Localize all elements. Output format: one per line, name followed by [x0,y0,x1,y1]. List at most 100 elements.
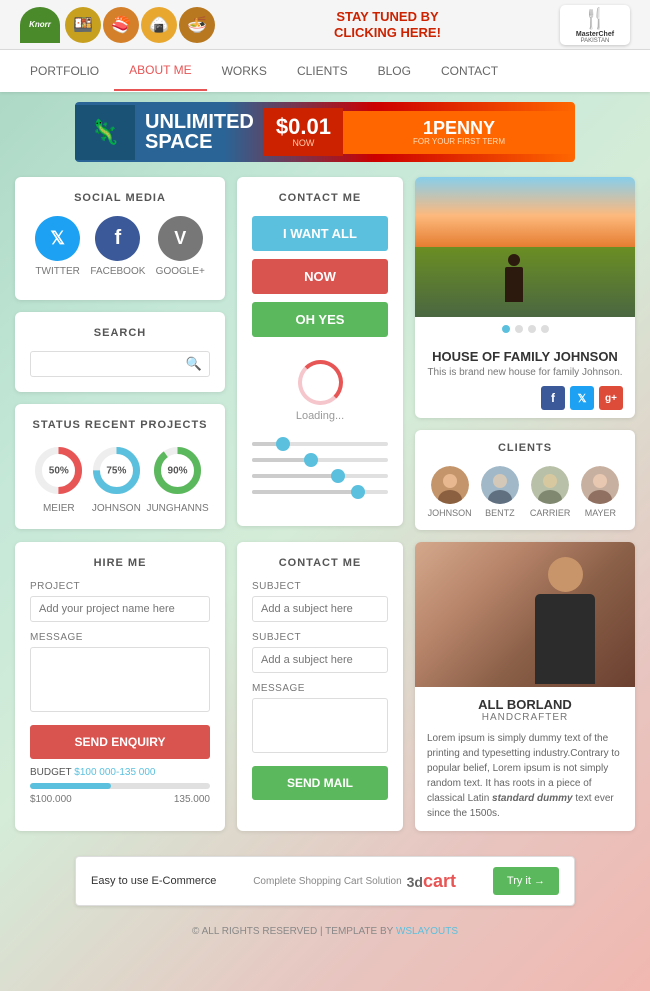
loading-text: Loading... [296,410,344,422]
message-textarea[interactable] [30,647,210,712]
photo-desc: This is brand new house for family Johns… [427,367,623,378]
message2-textarea[interactable] [252,698,388,753]
subject2-label: SUBJECT [252,632,388,643]
chart-johnson: 75% JOHNSON [89,443,144,514]
search-title: SEARCH [30,327,210,339]
photo-dot-3[interactable] [528,325,536,333]
slider-row-4 [252,490,388,494]
photo-dot-4[interactable] [541,325,549,333]
footer-center-sub: Complete Shopping Cart Solution [253,876,401,887]
hg-gator-icon: 🦎 [75,105,135,160]
oh-yes-button[interactable]: OH YES [252,302,388,337]
budget-min: $100.000 [30,794,72,805]
loading-container: Loading... [252,345,388,437]
slider-row-1 [252,442,388,446]
food-item-3: 🍙 [141,7,177,43]
person-head [548,557,583,592]
photo-area [415,177,635,317]
photo-dot-1[interactable] [502,325,510,333]
main-content: SOCIAL MEDIA 𝕏 TWITTER f FACEBOOK [0,172,650,962]
search-card: SEARCH 🔍 [15,312,225,392]
status-charts: 50% MEIER 75% JOHNSON [30,443,210,514]
slider-track-4[interactable] [252,490,388,494]
chart-junghanns-name: JUNGHANNS [146,503,208,514]
contact-bottom-card: CONTACT ME SUBJECT SUBJECT MESSAGE SEND … [237,542,403,831]
slider-track-1[interactable] [252,442,388,446]
try-it-button[interactable]: Try it → [493,867,559,895]
hg-text-block: UNLIMITED SPACE [135,112,264,152]
i-want-all-button[interactable]: I WANT ALL [252,216,388,251]
subject2-input[interactable] [252,647,388,673]
nav-blog[interactable]: BLOG [363,52,426,90]
budget-range [30,783,210,789]
twitter-icon-item[interactable]: 𝕏 TWITTER [35,216,80,277]
loading-spinner [298,360,343,405]
food-items: 🍱 🍣 🍙 🍜 [65,7,215,43]
stay-tuned-text: STAY TUNED BY CLICKING HERE! [334,9,441,40]
client-johnson: JOHNSON [427,466,472,518]
search-input[interactable] [30,351,210,377]
client-name-johnson: JOHNSON [428,508,472,518]
subject-input[interactable] [252,596,388,622]
facebook-label: FACEBOOK [90,266,145,277]
range-track[interactable] [30,783,210,789]
food-item-4: 🍜 [179,7,215,43]
social-media-title: SOCIAL MEDIA [30,192,210,204]
person-figure [525,557,605,687]
now-button[interactable]: NOW [252,259,388,294]
message2-label: MESSAGE [252,683,388,694]
chart-meier: 50% MEIER [31,443,86,514]
slider-fill-1 [252,442,279,446]
left-column: SOCIAL MEDIA 𝕏 TWITTER f FACEBOOK [15,177,225,530]
photo-fb-btn[interactable]: f [541,386,565,410]
slider-thumb-3 [331,469,345,483]
project-input[interactable] [30,596,210,622]
facebook-icon-item[interactable]: f FACEBOOK [90,216,145,277]
photo-dots [415,317,635,341]
client-bentz: BENTZ [477,466,522,518]
three-col-grid: SOCIAL MEDIA 𝕏 TWITTER f FACEBOOK [15,177,635,530]
person-card: ALL BORLAND HANDCRAFTER Lorem ipsum is s… [415,542,635,831]
nav-contact[interactable]: CONTACT [426,52,513,90]
nav-clients[interactable]: CLIENTS [282,52,363,90]
budget-max: 135.000 [174,794,210,805]
top-banner-center[interactable]: STAY TUNED BY CLICKING HERE! [334,9,441,40]
nav-works[interactable]: WORKS [207,52,282,90]
hostgator-banner[interactable]: 🦎 UNLIMITED SPACE $0.01 NOW 1PENNY FOR Y… [75,102,575,162]
hire-me-card: HIRE ME PROJECT MESSAGE SEND ENQUIRY BUD… [15,542,225,831]
clients-card: CLIENTS JOHNSON [415,430,635,530]
slider-track-3[interactable] [252,474,388,478]
slider-track-2[interactable] [252,458,388,462]
send-mail-button[interactable]: SEND MAIL [252,766,388,800]
send-enquiry-button[interactable]: SEND ENQUIRY [30,725,210,759]
top-banner-left: Knorr 🍱 🍣 🍙 🍜 [20,7,215,43]
person-body [535,594,595,684]
client-name-mayer: MAYER [585,508,616,518]
budget-amount: $100 000-135 000 [74,767,155,778]
photo-dot-2[interactable] [515,325,523,333]
bottom-row: HIRE ME PROJECT MESSAGE SEND ENQUIRY BUD… [15,542,635,831]
contact-me-title: CONTACT ME [252,192,388,204]
google-circle: V [158,216,203,261]
photo-tw-btn[interactable]: 𝕏 [570,386,594,410]
photo-silhouette [505,254,523,302]
range-labels: $100.000 135.000 [30,794,210,805]
clients-grid: JOHNSON BENTZ [427,466,623,518]
nav-portfolio[interactable]: PORTFOLIO [15,52,114,90]
donut-johnson: 75% [89,443,144,498]
copyright-link[interactable]: WSLAYOUTS [396,926,458,937]
subject-label: SUBJECT [252,581,388,592]
donut-meier: 50% [31,443,86,498]
photo-gp-btn[interactable]: g+ [599,386,623,410]
social-media-card: SOCIAL MEDIA 𝕏 TWITTER f FACEBOOK [15,177,225,300]
nav-about-me[interactable]: ABOUT ME [114,51,206,91]
food-item-1: 🍱 [65,7,101,43]
slider-row-2 [252,458,388,462]
top-banner: Knorr 🍱 🍣 🍙 🍜 STAY TUNED BY CLICKING HER… [0,0,650,50]
search-box: 🔍 [30,351,210,377]
google-icon-item[interactable]: V GOOGLE+ [156,216,205,277]
facebook-circle: f [95,216,140,261]
donut-meier-label: 50% [49,465,69,476]
client-avatar-carrier [531,466,569,504]
client-name-carrier: CARRIER [530,508,571,518]
